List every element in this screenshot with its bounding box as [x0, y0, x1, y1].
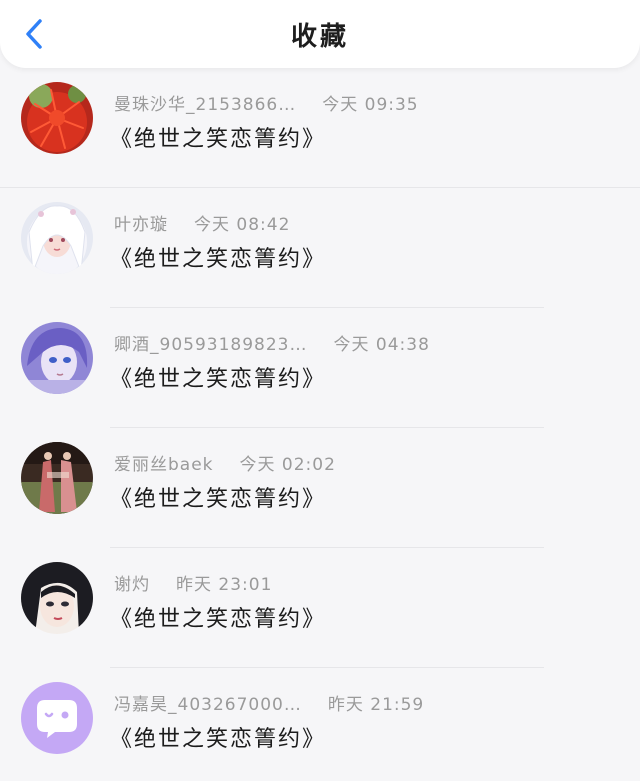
favorite-item[interactable]: 谢灼 昨天 23:01 《绝世之笑恋箐约》	[0, 548, 640, 668]
hanfu-photo-avatar[interactable]	[21, 442, 93, 514]
white-hair-girl-avatar[interactable]	[21, 202, 93, 274]
favorite-item[interactable]: 冯嘉昊_403267000… 昨天 21:59 《绝世之笑恋箐约》	[0, 668, 640, 781]
favorites-list: 曼珠沙华_2153866… 今天 09:35 《绝世之笑恋箐约》 叶亦璇 今天 …	[0, 68, 640, 781]
post-meta: 爱丽丝baek 今天 02:02	[114, 450, 336, 475]
post-meta: 冯嘉昊_403267000… 昨天 21:59	[114, 690, 424, 715]
timestamp: 今天 04:38	[333, 335, 430, 355]
favorite-item[interactable]: 卿酒_90593189823… 今天 04:38 《绝世之笑恋箐约》	[0, 308, 640, 428]
default-chat-avatar[interactable]	[21, 682, 93, 754]
favorites-page: 收藏 曼珠沙华_2153866… 今天 09:35 《绝世之笑恋箐约》 叶亦璇 …	[0, 0, 640, 781]
timestamp: 昨天 21:59	[327, 695, 425, 715]
red-flower-avatar[interactable]	[21, 82, 93, 154]
favorite-item[interactable]: 曼珠沙华_2153866… 今天 09:35 《绝世之笑恋箐约》	[0, 68, 640, 188]
timestamp: 今天 08:42	[194, 215, 291, 235]
favorite-content[interactable]: 《绝世之笑恋箐约》	[110, 121, 326, 153]
favorite-content[interactable]: 《绝世之笑恋箐约》	[110, 241, 326, 273]
username[interactable]: 冯嘉昊_403267000…	[114, 695, 302, 715]
timestamp: 昨天 23:01	[176, 575, 273, 595]
favorite-item[interactable]: 叶亦璇 今天 08:42 《绝世之笑恋箐约》	[0, 188, 640, 308]
favorite-item[interactable]: 爱丽丝baek 今天 02:02 《绝世之笑恋箐约》	[0, 428, 640, 548]
post-meta: 叶亦璇 今天 08:42	[114, 210, 290, 235]
favorite-content[interactable]: 《绝世之笑恋箐约》	[110, 361, 326, 393]
username[interactable]: 谢灼	[114, 575, 150, 595]
username[interactable]: 卿酒_90593189823…	[114, 335, 307, 355]
page-title: 收藏	[290, 22, 349, 52]
favorite-content[interactable]: 《绝世之笑恋箐约》	[110, 481, 326, 513]
top-nav-bar: 收藏	[0, 0, 640, 68]
favorite-content[interactable]: 《绝世之笑恋箐约》	[110, 601, 326, 633]
username[interactable]: 叶亦璇	[114, 215, 168, 235]
username[interactable]: 曼珠沙华_2153866…	[114, 95, 296, 115]
post-meta: 曼珠沙华_2153866… 今天 09:35	[114, 90, 419, 115]
purple-anime-avatar[interactable]	[21, 322, 93, 394]
favorite-content[interactable]: 《绝世之笑恋箐约》	[110, 721, 326, 753]
username[interactable]: 爱丽丝baek	[114, 455, 214, 475]
post-meta: 谢灼 昨天 23:01	[114, 570, 272, 595]
dark-hair-girl-avatar[interactable]	[21, 562, 93, 634]
timestamp: 今天 09:35	[322, 95, 419, 115]
timestamp: 今天 02:02	[239, 455, 336, 475]
post-meta: 卿酒_90593189823… 今天 04:38	[114, 330, 430, 355]
